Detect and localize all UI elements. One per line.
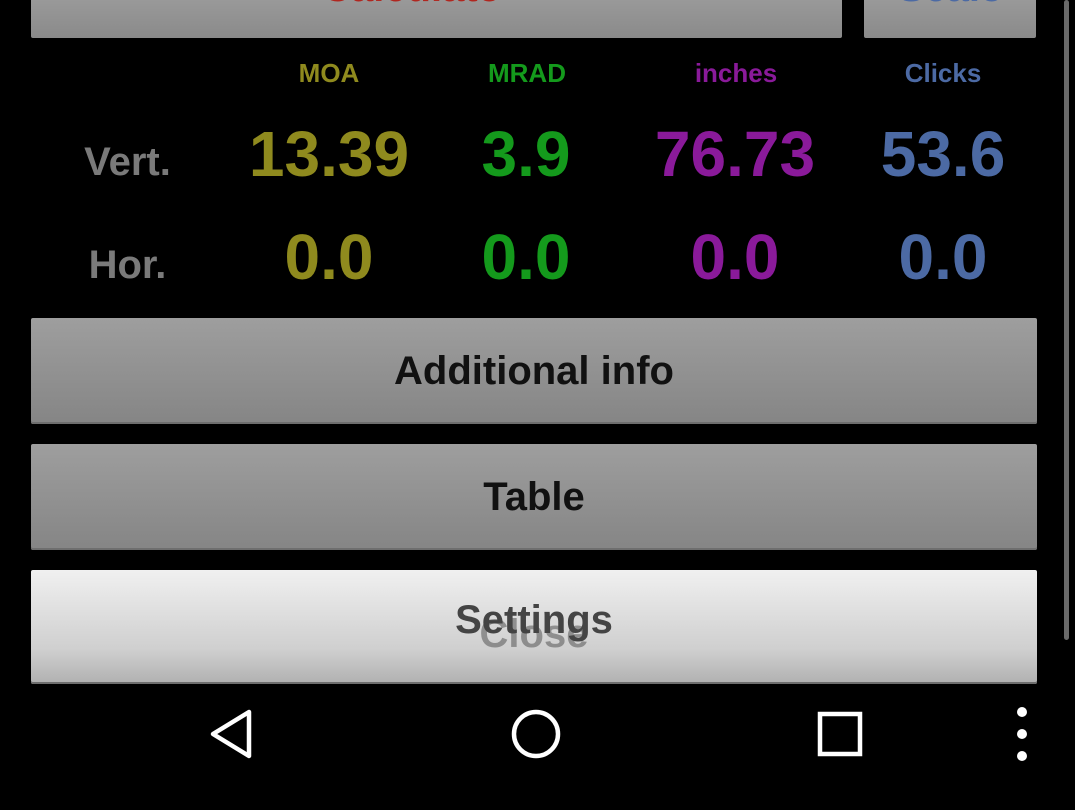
vert-mrad-value: 3.9	[481, 118, 571, 190]
hor-clicks-value: 0.0	[898, 221, 988, 293]
additional-info-button[interactable]: Additional info	[31, 318, 1037, 424]
table-label: Table	[483, 474, 585, 519]
calculate-button[interactable]: Calculate	[31, 0, 842, 38]
scale-button-label: Scale	[864, 0, 1036, 8]
column-header-clicks: Clicks	[904, 58, 982, 88]
scrollbar[interactable]	[1064, 0, 1069, 640]
overflow-menu-icon[interactable]	[1006, 706, 1038, 767]
recents-square-icon[interactable]	[812, 706, 868, 767]
navigation-bar	[0, 684, 1075, 810]
column-header-inches: inches	[694, 58, 778, 88]
calculate-button-label: Calculate	[211, 0, 611, 8]
hor-mrad-value: 0.0	[481, 221, 571, 293]
row-label-vert: Vert.	[84, 140, 171, 184]
additional-info-label: Additional info	[394, 348, 674, 393]
vert-clicks-value: 53.6	[880, 118, 1006, 190]
settings-button[interactable]: Close Settings	[31, 570, 1037, 684]
table-button[interactable]: Table	[31, 444, 1037, 550]
back-triangle-icon[interactable]	[205, 706, 261, 767]
settings-button-label: Settings	[455, 598, 613, 642]
column-header-mrad: MRAD	[488, 58, 566, 88]
home-circle-icon[interactable]	[508, 706, 564, 767]
vert-inches-value: 76.73	[654, 118, 816, 190]
row-label-hor: Hor.	[88, 243, 167, 287]
scale-button[interactable]: Scale	[864, 0, 1036, 38]
vert-moa-value: 13.39	[248, 118, 410, 190]
column-header-moa: MOA	[298, 58, 360, 88]
hor-moa-value: 0.0	[284, 221, 374, 293]
hor-inches-value: 0.0	[690, 221, 780, 293]
